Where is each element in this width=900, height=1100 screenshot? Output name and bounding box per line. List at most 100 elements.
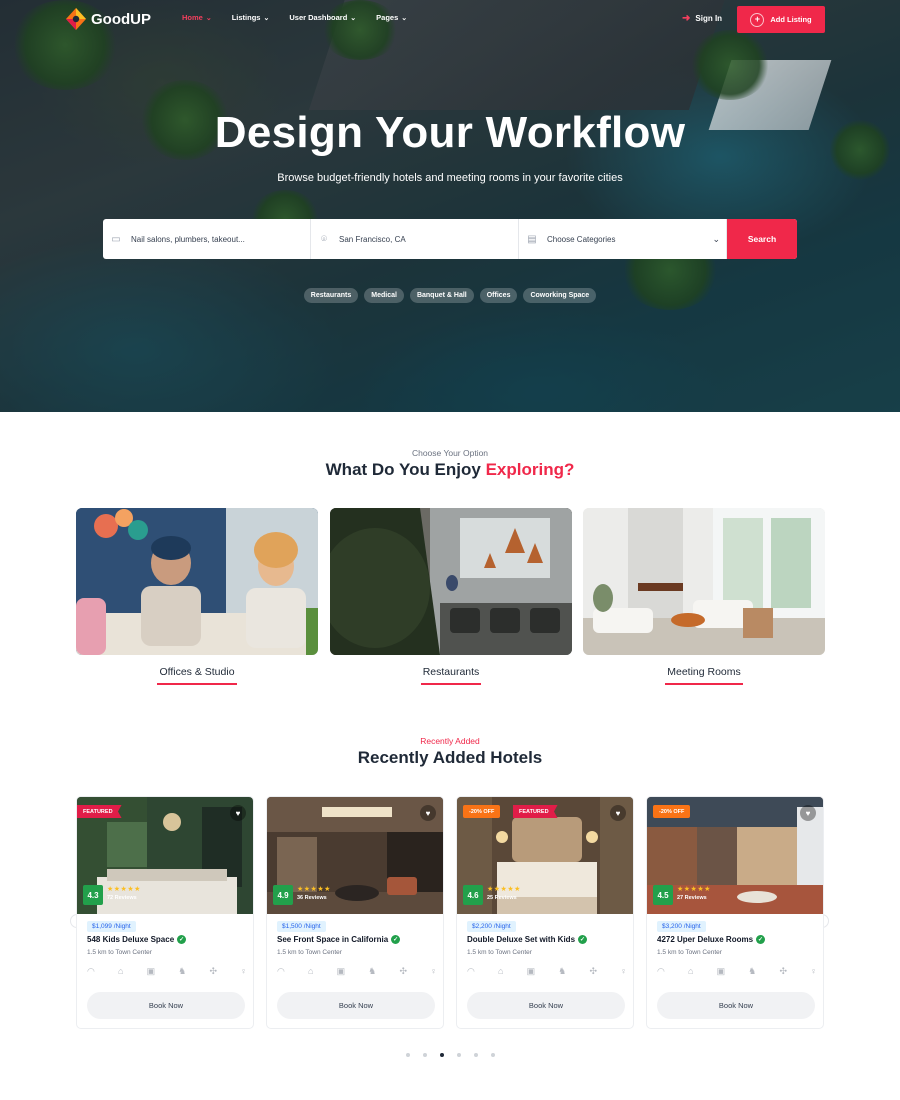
hotel-card[interactable]: ♥ 4.9 ★★★★★ 36 Reviews $1,500 /Night See…	[266, 796, 444, 1029]
rating-stars-icon: ★★★★★	[677, 886, 711, 893]
hotel-image: -20% OFF ♥ 4.5 ★★★★★ 27 Reviews	[647, 797, 823, 914]
sign-in-link[interactable]: ➜ Sign In	[682, 13, 722, 24]
price-tag: $1,099 /Night	[87, 921, 136, 932]
hotel-name[interactable]: 4272 Uper Deluxe Rooms ✓	[657, 935, 766, 944]
keyword-search-input[interactable]: ▭ Nail salons, plumbers, takeout...	[103, 219, 311, 259]
review-count: 72 Reviews	[107, 895, 137, 901]
chevron-down-icon: ⌄	[401, 14, 408, 22]
hero-section: GoodUP Home ⌄ Listings ⌄ User Dashboard …	[0, 0, 900, 412]
nav-item-label: User Dashboard	[289, 13, 348, 22]
featured-badge: FEATURED	[77, 805, 122, 818]
hotel-distance: 1.5 km to Town Center	[657, 949, 722, 956]
award-icon: ♀	[810, 966, 817, 976]
price-tag: $2,200 /Night	[467, 921, 516, 932]
tv-icon: ▣	[146, 966, 156, 976]
category-image-restaurants	[330, 508, 572, 655]
ac-icon: ✣	[589, 966, 598, 976]
add-listing-label: Add Listing	[770, 15, 812, 24]
chip-coworking-space[interactable]: Coworking Space	[523, 288, 597, 303]
review-count: 36 Reviews	[297, 895, 327, 901]
bath-icon: ⌂	[688, 966, 694, 976]
rating-stars-icon: ★★★★★	[487, 886, 521, 893]
top-navbar: GoodUP Home ⌄ Listings ⌄ User Dashboard …	[0, 0, 900, 40]
explore-title: What Do You Enjoy Exploring?	[0, 460, 900, 480]
carousel-dot[interactable]	[439, 1053, 444, 1057]
chevron-down-icon: ⌄	[263, 14, 270, 22]
heart-icon[interactable]: ♥	[420, 805, 436, 821]
amenities-row: ◠ ⌂ ▣ ♞ ✣ ♀	[277, 966, 437, 977]
category-select[interactable]: ▤ Choose Categories ⌄	[519, 219, 727, 259]
book-now-button[interactable]: Book Now	[657, 992, 815, 1019]
chevron-down-icon: ⌄	[712, 233, 720, 244]
hotel-card[interactable]: -20% OFF ♥ 4.5 ★★★★★ 27 Reviews $3,200 /…	[646, 796, 824, 1029]
carousel-dot[interactable]	[473, 1053, 478, 1057]
wifi-icon: ◠	[467, 966, 475, 976]
hero-bg-palm	[690, 30, 770, 100]
location-input[interactable]: ⌾ San Francisco, CA	[311, 219, 519, 259]
hotel-name-text: See Front Space in California	[277, 935, 389, 944]
book-now-button[interactable]: Book Now	[87, 992, 245, 1019]
ac-icon: ✣	[399, 966, 408, 976]
nav-item-user-dashboard[interactable]: User Dashboard ⌄	[289, 13, 356, 22]
award-icon: ♀	[240, 966, 247, 976]
carousel-dot[interactable]	[405, 1053, 410, 1057]
category-image-offices	[76, 508, 318, 655]
price-unit: /Night	[303, 923, 321, 930]
category-card-meeting-rooms[interactable]	[583, 508, 825, 655]
carousel-pagination	[0, 1053, 900, 1057]
rating-score: 4.6	[463, 885, 483, 905]
hero-title: Design Your Workflow	[214, 108, 686, 157]
tv-icon: ▣	[526, 966, 536, 976]
featured-badge: FEATURED	[513, 805, 558, 818]
hotel-name[interactable]: 548 Kids Deluxe Space ✓	[87, 935, 187, 944]
chip-offices[interactable]: Offices	[479, 288, 518, 303]
ac-icon: ✣	[779, 966, 788, 976]
add-listing-button[interactable]: + Add Listing	[737, 6, 825, 33]
nav-item-listings[interactable]: Listings ⌄	[232, 13, 270, 22]
discount-badge: -20% OFF	[463, 805, 501, 818]
category-label-offices[interactable]: Offices & Studio	[76, 666, 318, 685]
hotel-name[interactable]: Double Deluxe Set with Kids ✓	[467, 935, 588, 944]
nav-item-home[interactable]: Home ⌄	[182, 13, 212, 22]
amenities-row: ◠ ⌂ ▣ ♞ ✣ ♀	[467, 966, 627, 977]
pet-icon: ♞	[558, 966, 567, 976]
search-button[interactable]: Search	[727, 219, 797, 259]
brand-name: GoodUP	[91, 10, 151, 28]
heart-icon[interactable]: ♥	[230, 805, 246, 821]
price-unit: /Night	[683, 923, 701, 930]
main-menu: Home ⌄ Listings ⌄ User Dashboard ⌄ Pages…	[182, 13, 407, 22]
sign-in-label: Sign In	[695, 14, 723, 23]
heart-icon[interactable]: ♥	[800, 805, 816, 821]
heart-icon[interactable]: ♥	[610, 805, 626, 821]
carousel-dot[interactable]	[490, 1053, 495, 1057]
award-icon: ♀	[620, 966, 627, 976]
hotel-name[interactable]: See Front Space in California ✓	[277, 935, 401, 944]
amenities-row: ◠ ⌂ ▣ ♞ ✣ ♀	[657, 966, 817, 977]
hotel-card[interactable]: -20% OFF FEATURED ♥ 4.6 ★★★★★ 25 Reviews…	[456, 796, 634, 1029]
verified-check-icon: ✓	[578, 935, 588, 944]
wifi-icon: ◠	[277, 966, 285, 976]
nav-item-pages[interactable]: Pages ⌄	[376, 13, 407, 22]
category-label-text: Meeting Rooms	[665, 666, 743, 685]
category-label-restaurants[interactable]: Restaurants	[330, 666, 572, 685]
book-now-button[interactable]: Book Now	[467, 992, 625, 1019]
category-card-offices[interactable]	[76, 508, 318, 655]
price-unit: /Night	[113, 923, 131, 930]
carousel-dot[interactable]	[456, 1053, 461, 1057]
location-placeholder: San Francisco, CA	[339, 234, 406, 244]
hotel-distance: 1.5 km to Town Center	[87, 949, 152, 956]
hotel-card[interactable]: FEATURED ♥ 4.3 ★★★★★ 72 Reviews $1,099 /…	[76, 796, 254, 1029]
price-value: $2,200	[472, 923, 492, 930]
chip-restaurants[interactable]: Restaurants	[303, 288, 359, 303]
pet-icon: ♞	[178, 966, 187, 976]
book-now-button[interactable]: Book Now	[277, 992, 435, 1019]
price-tag: $1,500 /Night	[277, 921, 326, 932]
chip-banquet-hall[interactable]: Banquet & Hall	[409, 288, 474, 303]
keyboard-icon: ▭	[111, 233, 121, 245]
chip-medical[interactable]: Medical	[364, 288, 404, 303]
brand-logo[interactable]: GoodUP	[66, 8, 151, 30]
carousel-dot[interactable]	[422, 1053, 427, 1057]
category-card-restaurants[interactable]	[330, 508, 572, 655]
category-label-meeting-rooms[interactable]: Meeting Rooms	[583, 666, 825, 685]
category-image-meeting-rooms	[583, 508, 825, 655]
